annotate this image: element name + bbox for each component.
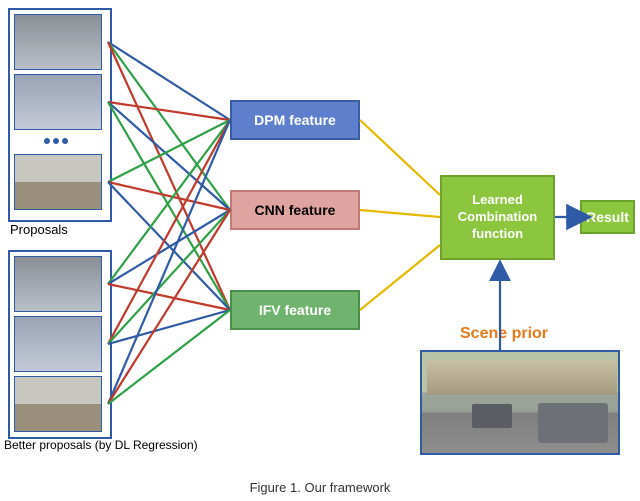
learned-combination-box: Learned Combination function [440, 175, 555, 260]
ifv-feature-box: IFV feature [230, 290, 360, 330]
proposal-thumb [14, 154, 102, 210]
result-box: Result [580, 200, 635, 234]
proposal-thumb [14, 256, 102, 312]
proposal-thumb [14, 376, 102, 432]
proposal-thumb [14, 14, 102, 70]
scene-prior-label: Scene prior [460, 325, 548, 343]
proposal-thumb [14, 316, 102, 372]
better-proposals-label: Better proposals (by DL Regression) [4, 438, 198, 452]
figure-caption: Figure 1. Our framework [0, 480, 640, 495]
ellipsis-icon [44, 138, 68, 144]
dpm-feature-box: DPM feature [230, 100, 360, 140]
proposals-label: Proposals [10, 222, 68, 237]
scene-prior-image [420, 350, 620, 455]
cnn-feature-box: CNN feature [230, 190, 360, 230]
proposal-thumb [14, 74, 102, 130]
diagram-canvas: Proposals Better proposals (by DL Regres… [0, 0, 640, 501]
